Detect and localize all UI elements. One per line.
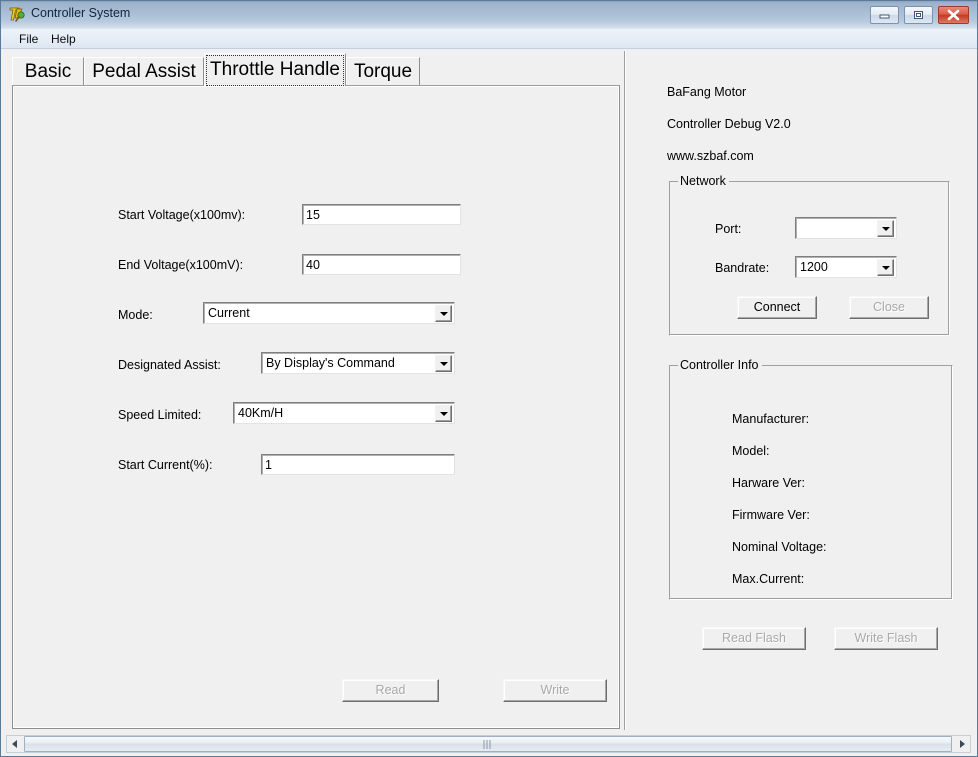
chevron-down-icon[interactable] bbox=[877, 220, 894, 237]
max-current-label: Max.Current: bbox=[732, 572, 804, 586]
bandrate-combobox[interactable]: 1200 bbox=[795, 256, 897, 278]
mode-combobox[interactable]: Current bbox=[203, 302, 455, 324]
tab-pedal-assist[interactable]: Pedal Assist bbox=[84, 57, 204, 86]
menu-item-file[interactable]: File bbox=[14, 31, 43, 47]
designated-assist-label: Designated Assist: bbox=[118, 358, 221, 372]
speed-limited-combobox[interactable]: 40Km/H bbox=[233, 402, 455, 424]
tab-control: Basic Pedal Assist Throttle Handle Torqu… bbox=[12, 53, 620, 729]
minimize-button[interactable] bbox=[870, 6, 899, 24]
client-area: Basic Pedal Assist Throttle Handle Torqu… bbox=[2, 49, 976, 756]
start-voltage-label: Start Voltage(x100mv): bbox=[118, 208, 245, 222]
maximize-icon bbox=[905, 7, 932, 23]
window-title: Controller System bbox=[31, 6, 130, 20]
brand-line-1: BaFang Motor bbox=[667, 85, 746, 99]
model-label: Model: bbox=[732, 444, 770, 458]
tab-page-throttle-handle: Start Voltage(x100mv): 15 End Voltage(x1… bbox=[12, 85, 620, 729]
app-icon bbox=[8, 6, 26, 24]
read-button[interactable]: Read bbox=[342, 679, 439, 702]
mode-label: Mode: bbox=[118, 308, 153, 322]
controller-info-groupbox-title: Controller Info bbox=[678, 358, 762, 372]
close-button[interactable] bbox=[938, 6, 969, 24]
application-window: Controller System File Help bbox=[0, 0, 978, 757]
minimize-icon bbox=[871, 7, 898, 23]
chevron-down-icon[interactable] bbox=[435, 405, 452, 422]
brand-line-3: www.szbaf.com bbox=[667, 149, 754, 163]
tab-throttle-handle[interactable]: Throttle Handle bbox=[204, 53, 346, 86]
menu-bar: File Help bbox=[1, 29, 977, 49]
tab-torque-label: Torque bbox=[354, 61, 412, 82]
menu-item-help[interactable]: Help bbox=[46, 31, 81, 47]
bandrate-combobox-value: 1200 bbox=[800, 258, 828, 276]
tab-torque[interactable]: Torque bbox=[346, 57, 420, 86]
read-flash-button[interactable]: Read Flash bbox=[702, 627, 806, 650]
tab-pedal-assist-label: Pedal Assist bbox=[92, 61, 196, 82]
tab-basic[interactable]: Basic bbox=[12, 57, 84, 86]
panel-divider bbox=[624, 51, 626, 730]
content-frame: Basic Pedal Assist Throttle Handle Torqu… bbox=[5, 49, 973, 732]
tab-throttle-handle-label: Throttle Handle bbox=[210, 59, 340, 80]
designated-assist-combobox-value: By Display's Command bbox=[266, 354, 395, 372]
connect-button[interactable]: Connect bbox=[737, 296, 817, 319]
right-panel: BaFang Motor Controller Debug V2.0 www.s… bbox=[628, 49, 973, 732]
scrollbar-grip-icon bbox=[484, 740, 493, 749]
title-bar[interactable]: Controller System bbox=[1, 1, 977, 30]
port-label: Port: bbox=[715, 222, 741, 236]
end-voltage-input[interactable]: 40 bbox=[302, 254, 461, 275]
mode-combobox-value: Current bbox=[208, 304, 250, 322]
tab-strip: Basic Pedal Assist Throttle Handle Torqu… bbox=[12, 53, 620, 86]
start-current-label: Start Current(%): bbox=[118, 458, 212, 472]
network-groupbox: Network Port: Bandrate: 1200 Connect Clo… bbox=[669, 181, 950, 336]
write-flash-button[interactable]: Write Flash bbox=[834, 627, 938, 650]
maximize-button[interactable] bbox=[904, 6, 933, 24]
nominal-voltage-label: Nominal Voltage: bbox=[732, 540, 827, 554]
controller-info-groupbox: Controller Info Manufacturer: Model: Har… bbox=[669, 365, 953, 600]
firmware-ver-label: Firmware Ver: bbox=[732, 508, 810, 522]
horizontal-scrollbar[interactable] bbox=[6, 735, 971, 753]
tab-basic-label: Basic bbox=[25, 61, 71, 82]
write-button[interactable]: Write bbox=[503, 679, 607, 702]
scroll-right-icon[interactable] bbox=[954, 736, 970, 752]
speed-limited-combobox-value: 40Km/H bbox=[238, 404, 283, 422]
bandrate-label: Bandrate: bbox=[715, 261, 769, 275]
chevron-down-icon[interactable] bbox=[877, 259, 894, 276]
manufacturer-label: Manufacturer: bbox=[732, 412, 809, 426]
start-voltage-input[interactable]: 15 bbox=[302, 204, 461, 225]
port-combobox[interactable] bbox=[795, 217, 897, 239]
speed-limited-label: Speed Limited: bbox=[118, 408, 201, 422]
end-voltage-label: End Voltage(x100mV): bbox=[118, 258, 243, 272]
chevron-down-icon[interactable] bbox=[435, 305, 452, 322]
brand-line-2: Controller Debug V2.0 bbox=[667, 117, 791, 131]
network-groupbox-title: Network bbox=[678, 174, 729, 188]
chevron-down-icon[interactable] bbox=[435, 355, 452, 372]
close-icon bbox=[939, 7, 968, 23]
scroll-left-icon[interactable] bbox=[7, 736, 23, 752]
horizontal-scrollbar-thumb[interactable] bbox=[24, 736, 952, 752]
hardware-ver-label: Harware Ver: bbox=[732, 476, 805, 490]
start-current-input[interactable]: 1 bbox=[261, 454, 455, 475]
close-connection-button[interactable]: Close bbox=[849, 296, 929, 319]
designated-assist-combobox[interactable]: By Display's Command bbox=[261, 352, 455, 374]
